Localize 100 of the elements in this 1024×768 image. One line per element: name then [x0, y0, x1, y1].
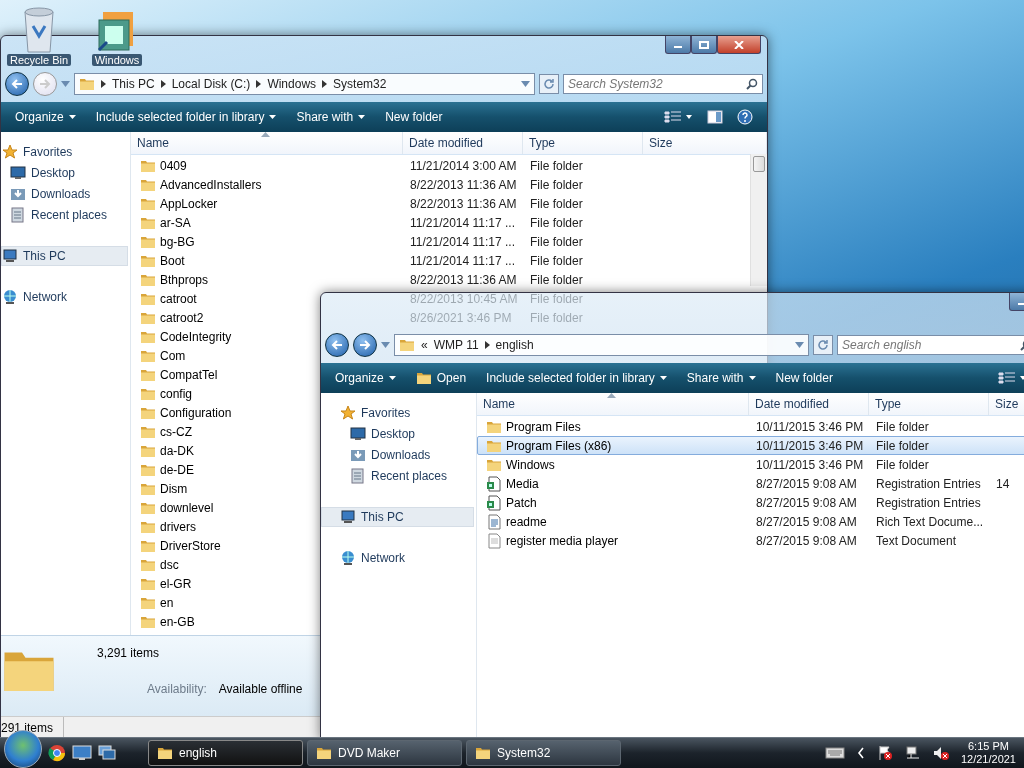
address-bar[interactable]: « WMP 11 english: [394, 334, 809, 356]
file-row[interactable]: Program Files (x86) 10/11/2015 3:46 PM File folder: [477, 436, 1024, 455]
column-header[interactable]: Date modified: [749, 393, 869, 415]
breadcrumb-arrow-icon[interactable]: [160, 80, 166, 88]
keyboard-icon[interactable]: [824, 747, 845, 759]
file-row[interactable]: CompatTel: [131, 365, 219, 384]
toolbar-menu-button[interactable]: Organize: [327, 367, 404, 389]
breadcrumb[interactable]: System32: [333, 77, 387, 91]
nav-pane-item[interactable]: Recent places: [1, 205, 128, 225]
taskbar-button[interactable]: System32: [466, 740, 621, 766]
nav-pane-item[interactable]: Downloads: [1, 184, 128, 204]
toolbar-menu-button[interactable]: Organize: [7, 106, 84, 128]
clock[interactable]: 6:15 PM 12/21/2021: [960, 740, 1016, 766]
back-button[interactable]: [325, 333, 349, 357]
file-row[interactable]: AppLocker 8/22/2013 11:36 AM File folder: [131, 194, 750, 213]
file-row[interactable]: Media 8/27/2015 9:08 AM Registration Entries 14: [477, 474, 1024, 493]
chevron-icon[interactable]: [856, 747, 865, 759]
nav-pane-item[interactable]: Favorites: [1, 142, 128, 162]
breadcrumb-overflow[interactable]: «: [421, 338, 428, 352]
taskbar-button[interactable]: DVD Maker: [307, 740, 462, 766]
close-button[interactable]: [717, 36, 761, 54]
nav-pane-item[interactable]: Network: [1, 287, 128, 307]
file-row[interactable]: AdvancedInstallers 8/22/2013 11:36 AM File folder: [131, 175, 750, 194]
file-row[interactable]: Program Files 10/11/2015 3:46 PM File folder: [477, 417, 1024, 436]
file-row[interactable]: en: [131, 593, 175, 612]
maximize-button[interactable]: [691, 36, 717, 54]
file-row[interactable]: config: [131, 384, 194, 403]
file-row[interactable]: catroot 8/22/2013 10:45 AM File folder: [131, 289, 750, 308]
file-row[interactable]: Dism: [131, 479, 189, 498]
nav-pane-item[interactable]: Desktop: [1, 163, 128, 183]
nav-pane-item[interactable]: Favorites: [321, 403, 474, 423]
recent-pages-arrow-icon[interactable]: [61, 81, 70, 87]
start-button[interactable]: [4, 730, 42, 768]
toolbar-menu-button[interactable]: Include selected folder in library: [87, 106, 285, 128]
file-row[interactable]: catroot2 8/26/2021 3:46 PM File folder: [131, 308, 750, 327]
file-row[interactable]: dsc: [131, 555, 180, 574]
desktop-icon-label[interactable]: Recycle Bin: [6, 54, 72, 66]
file-row[interactable]: Boot 11/21/2014 11:17 ... File folder: [131, 251, 750, 270]
switch-windows-icon[interactable]: [98, 745, 116, 761]
nav-pane-item[interactable]: Downloads: [321, 445, 474, 465]
toolbar-menu-button[interactable]: New folder: [767, 367, 841, 389]
column-header[interactable]: Date modified: [403, 132, 523, 154]
file-row[interactable]: Bthprops 8/22/2013 11:36 AM File folder: [131, 270, 750, 289]
toolbar-menu-button[interactable]: Share with: [288, 106, 374, 128]
preview-pane-icon[interactable]: [707, 110, 723, 124]
column-header[interactable]: Size: [989, 393, 1024, 415]
file-row[interactable]: 0409 11/21/2014 3:00 AM File folder: [131, 156, 750, 175]
forward-button[interactable]: [353, 333, 377, 357]
file-row[interactable]: Configuration: [131, 403, 233, 422]
breadcrumb[interactable]: english: [495, 338, 534, 352]
open-button[interactable]: Open: [407, 366, 475, 390]
refresh-button[interactable]: [539, 74, 559, 94]
breadcrumb[interactable]: Local Disk (C:): [171, 77, 251, 91]
search-field[interactable]: Search System32: [563, 74, 763, 94]
file-row[interactable]: Com: [131, 346, 187, 365]
search-field[interactable]: Search english: [837, 335, 1024, 355]
file-row[interactable]: Patch 8/27/2015 9:08 AM Registration Entries: [477, 493, 1024, 512]
nav-pane-item[interactable]: Desktop: [321, 424, 474, 444]
toolbar-menu-button[interactable]: New folder: [377, 106, 451, 128]
browser-icon[interactable]: [48, 744, 66, 762]
network-status-icon[interactable]: [904, 745, 921, 761]
file-row[interactable]: DriverStore: [131, 536, 222, 555]
file-row[interactable]: cs-CZ: [131, 422, 193, 441]
file-row[interactable]: bg-BG 11/21/2014 11:17 ... File folder: [131, 232, 750, 251]
view-options-icon[interactable]: [997, 371, 1024, 385]
file-row[interactable]: Windows 10/11/2015 3:46 PM File folder: [477, 455, 1024, 474]
minimize-button[interactable]: [665, 36, 691, 54]
breadcrumb[interactable]: This PC: [112, 77, 155, 91]
toolbar-menu-button[interactable]: Share with: [678, 367, 764, 389]
file-row[interactable]: en-GB: [131, 612, 196, 631]
address-bar[interactable]: This PC Local Disk (C:) Windows System32: [74, 73, 535, 95]
file-row[interactable]: drivers: [131, 517, 197, 536]
scrollbar[interactable]: [750, 154, 767, 286]
recent-pages-arrow-icon[interactable]: [381, 342, 390, 348]
breadcrumb-arrow-icon[interactable]: [101, 80, 106, 88]
desktop-icon-label[interactable]: Windows: [91, 54, 143, 66]
speaker-muted-icon[interactable]: [932, 745, 949, 761]
refresh-button[interactable]: [813, 335, 833, 355]
file-row[interactable]: register media player 8/27/2015 9:08 AM Text Document: [477, 531, 1024, 550]
back-button[interactable]: [5, 72, 29, 96]
nav-pane-item[interactable]: Network: [321, 548, 474, 568]
nav-pane-item[interactable]: This PC: [321, 507, 474, 527]
nav-pane-item[interactable]: This PC: [1, 246, 128, 266]
show-desktop-icon[interactable]: [72, 745, 92, 761]
file-row[interactable]: el-GR: [131, 574, 193, 593]
toolbar-menu-button[interactable]: Include selected folder in library: [478, 367, 675, 389]
file-row[interactable]: da-DK: [131, 441, 195, 460]
flag-alert-icon[interactable]: [876, 745, 893, 761]
breadcrumb[interactable]: Windows: [267, 77, 317, 91]
help-icon[interactable]: [737, 109, 753, 125]
breadcrumb-arrow-icon[interactable]: [256, 80, 262, 88]
nav-pane-item[interactable]: Recent places: [321, 466, 474, 486]
file-row[interactable]: CodeIntegrity: [131, 327, 233, 346]
address-dropdown-icon[interactable]: [795, 342, 804, 348]
view-options-icon[interactable]: [663, 110, 693, 124]
column-header[interactable]: Type: [523, 132, 643, 154]
file-row[interactable]: readme 8/27/2015 9:08 AM Rich Text Docume...: [477, 512, 1024, 531]
breadcrumb-arrow-icon[interactable]: [484, 341, 490, 349]
breadcrumb-arrow-icon[interactable]: [322, 80, 328, 88]
column-header[interactable]: Type: [869, 393, 989, 415]
